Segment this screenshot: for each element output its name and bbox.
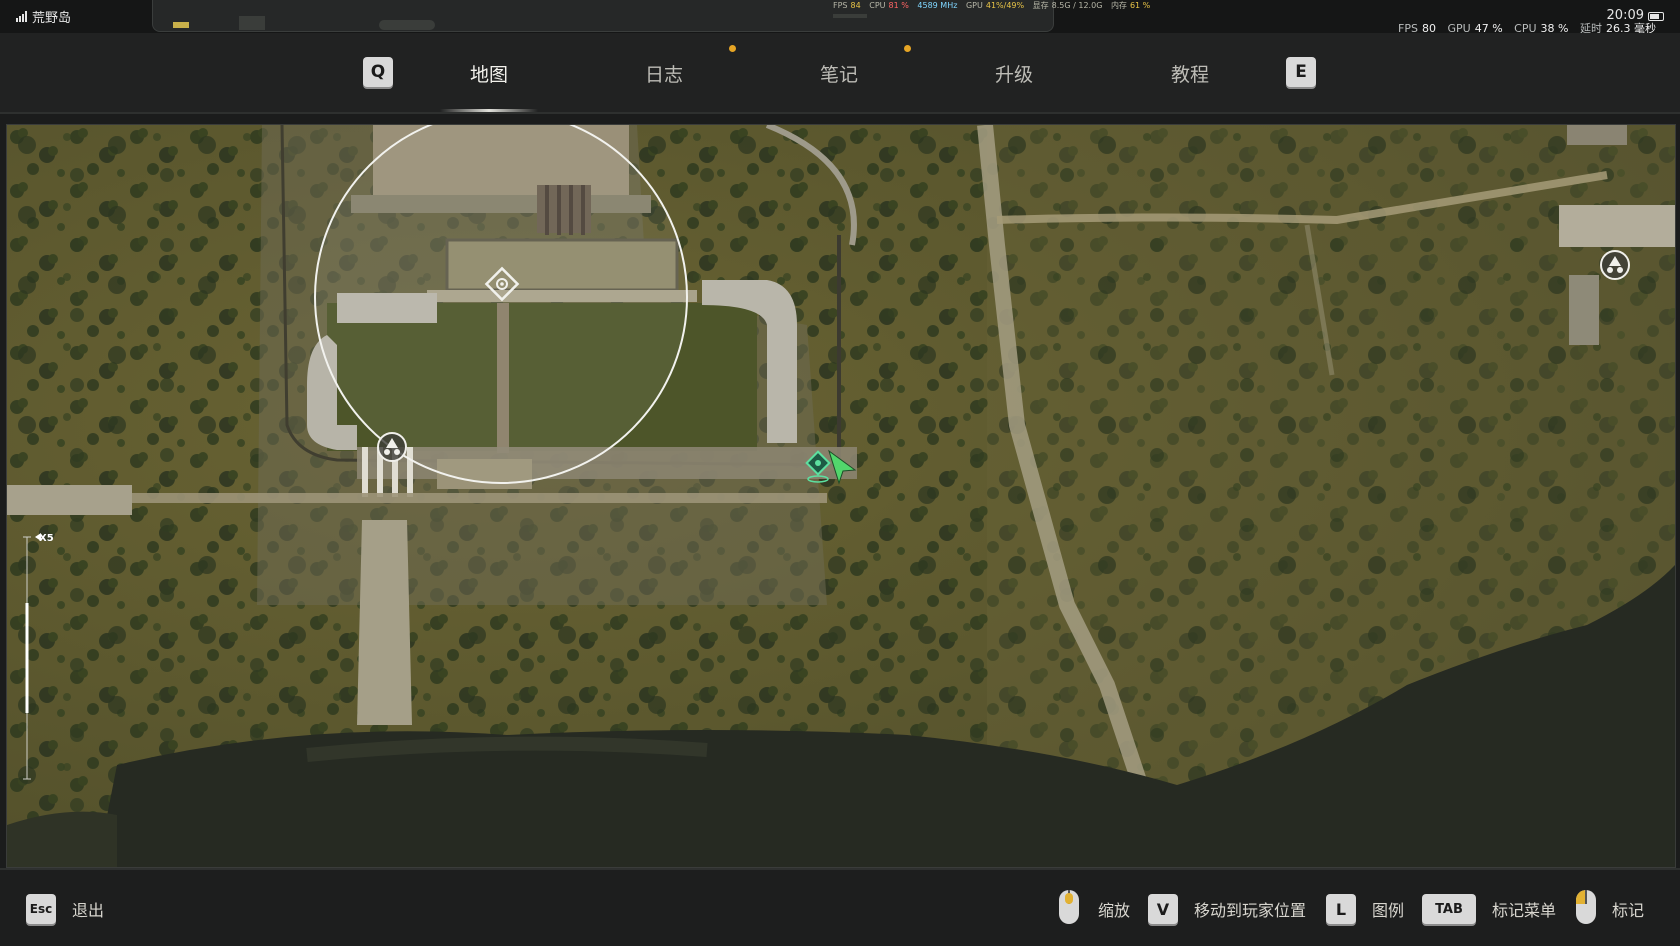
system-status-bar: 荒野岛 FPS 84 CPU 81 % 4589 MHz GPU 41%/49% 显存…	[0, 0, 1680, 35]
exit-key[interactable]: Esc	[26, 894, 56, 924]
tab-journal[interactable]: 日志	[614, 60, 714, 87]
radiation-icon[interactable]	[1600, 250, 1630, 280]
radiation-icon[interactable]	[377, 432, 407, 462]
control-hints-bar: Esc 退出 缩放 V 移动到玩家位置 L 图例 TAB 标记菜单 标记	[0, 868, 1680, 946]
legend-label[interactable]: 图例	[1372, 897, 1404, 921]
mark-label[interactable]: 标记	[1612, 897, 1644, 921]
prev-tab-key[interactable]: Q	[363, 57, 393, 87]
mark-menu-key[interactable]: TAB	[1422, 894, 1476, 924]
active-tab-indicator	[440, 109, 538, 112]
next-tab-key[interactable]: E	[1286, 57, 1316, 87]
tab-map[interactable]: 地图	[439, 60, 539, 87]
mouse-scroll-icon	[1059, 890, 1079, 924]
tab-upgrades[interactable]: 升级	[964, 60, 1064, 87]
overlay-stats: FPS 84 CPU 81 % 4589 MHz GPU 41%/49% 显存 8.5G…	[833, 1, 1151, 10]
mark-menu-label[interactable]: 标记菜单	[1492, 897, 1556, 921]
map-terrain	[7, 125, 1675, 867]
zoom-slider[interactable]: X5	[23, 533, 63, 783]
tab-tutorial[interactable]: 教程	[1140, 60, 1240, 87]
carrier-info: 荒野岛	[16, 7, 71, 26]
performance-overlay: FPS 84 CPU 81 % 4589 MHz GPU 41%/49% 显存 8.5G…	[152, 0, 1150, 32]
notes-notification-dot	[904, 45, 911, 52]
zoom-hint-label: 缩放	[1098, 901, 1131, 920]
tab-notes[interactable]: 笔记	[789, 60, 889, 87]
journal-notification-dot	[729, 45, 736, 52]
carrier-name: 荒野岛	[32, 11, 72, 26]
move-to-player-label[interactable]: 移动到玩家位置	[1194, 897, 1306, 921]
exit-label[interactable]: 退出	[72, 897, 104, 921]
signal-icon	[16, 11, 27, 22]
menu-tab-bar: Q 地图 日志 笔记 升级 教程 E	[0, 33, 1680, 114]
move-to-player-key[interactable]: V	[1148, 894, 1178, 924]
zoom-level-label: X5	[39, 533, 54, 544]
world-map[interactable]: X5	[6, 124, 1676, 868]
legend-key[interactable]: L	[1326, 894, 1356, 924]
mouse-left-click-icon	[1576, 890, 1596, 924]
